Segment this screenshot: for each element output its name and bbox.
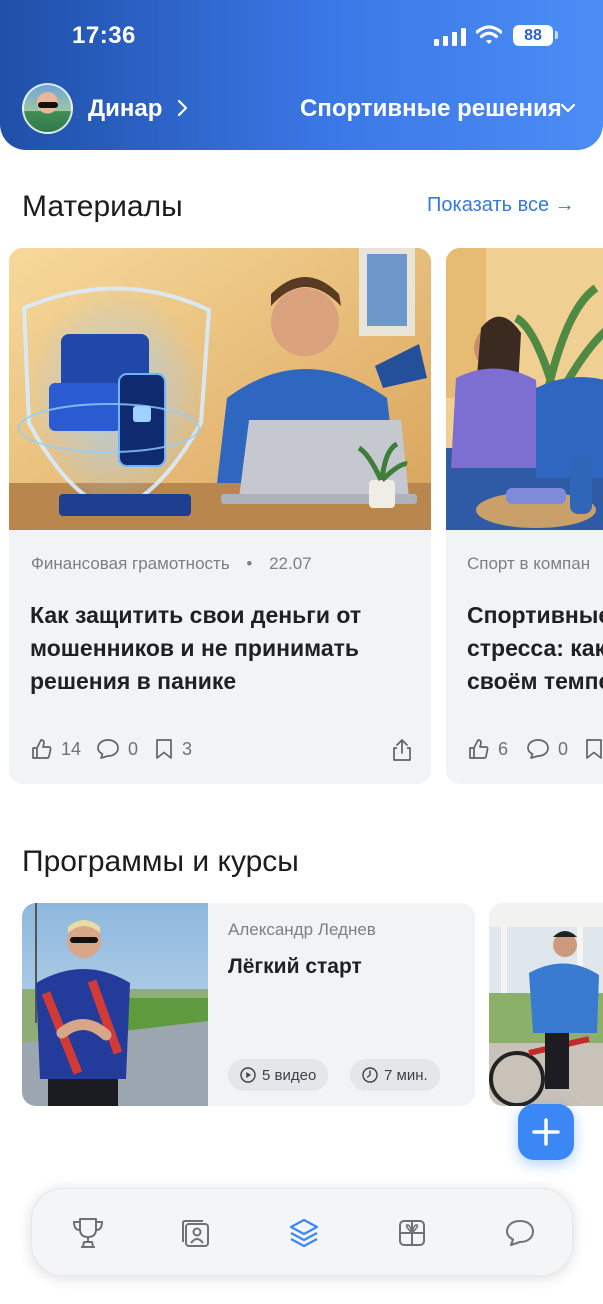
- materials-title: Материалы: [22, 190, 183, 223]
- bookmark-button[interactable]: 3: [154, 738, 192, 760]
- like-button[interactable]: 6: [468, 738, 508, 760]
- videos-count: 5 видео: [262, 1066, 317, 1084]
- meta-dot: •: [246, 554, 253, 573]
- like-button[interactable]: 14: [31, 738, 81, 760]
- article-date: 22.07: [269, 554, 312, 573]
- article-image: [446, 248, 603, 530]
- article-title: Спортивные стресса: как своём темпе: [467, 602, 603, 694]
- bookmark-icon[interactable]: [584, 738, 603, 760]
- play-icon: [240, 1067, 256, 1083]
- comment-icon: [97, 739, 119, 759]
- battery-tip: [555, 31, 558, 39]
- add-button[interactable]: [518, 1104, 574, 1160]
- article-meta: Финансовая грамотность • 22.07: [31, 554, 312, 574]
- avatar[interactable]: [22, 83, 73, 134]
- comment-icon: [527, 739, 549, 759]
- plus-icon: [532, 1118, 560, 1146]
- profile-card-icon[interactable]: [176, 1213, 216, 1253]
- course-author: Александр Леднев: [228, 920, 376, 939]
- article-card[interactable]: Финансовая грамотность • 22.07 Как защит…: [9, 248, 431, 784]
- course-title: Лёгкий старт: [228, 955, 362, 978]
- courses-title: Программы и курсы: [22, 845, 299, 878]
- chevron-right-icon[interactable]: [176, 98, 190, 118]
- comment-button[interactable]: 0: [96, 738, 138, 760]
- like-icon: [32, 739, 52, 759]
- user-name[interactable]: Динар: [88, 95, 162, 123]
- course-card[interactable]: [489, 903, 603, 1106]
- like-count: 14: [61, 738, 82, 759]
- status-time: 17:36: [72, 22, 136, 49]
- tab-bar: [31, 1188, 573, 1276]
- trophy-icon[interactable]: [68, 1213, 108, 1253]
- show-all-link[interactable]: Показать все →: [427, 194, 575, 217]
- like-count: 6: [498, 738, 509, 759]
- share-icon[interactable]: [391, 738, 413, 762]
- course-image: [22, 903, 208, 1106]
- videos-chip: 5 видео: [228, 1059, 329, 1091]
- comment-count: 0: [128, 738, 139, 759]
- chat-icon[interactable]: [500, 1213, 540, 1253]
- article-image: [9, 248, 431, 530]
- course-image: [489, 903, 603, 1106]
- article-category: Финансовая грамотность: [31, 554, 230, 573]
- clock-icon: [362, 1067, 378, 1083]
- course-duration: 7 мин.: [384, 1066, 428, 1084]
- org-selector[interactable]: Спортивные решения: [300, 95, 562, 123]
- battery-indicator: 88: [513, 25, 553, 46]
- signal-icon: [434, 28, 466, 46]
- article-title: Как защитить свои деньги от мошенников и…: [30, 602, 362, 694]
- article-card[interactable]: Спорт в компан Спортивные стресса: как с…: [446, 248, 603, 784]
- bookmark-icon: [156, 739, 172, 759]
- duration-chip: 7 мин.: [350, 1059, 440, 1091]
- comment-button[interactable]: 0: [526, 738, 568, 760]
- app-header: 17:36 88 Динар Спортивные решения: [0, 0, 603, 150]
- wifi-icon: [476, 25, 502, 44]
- like-icon: [469, 739, 489, 759]
- chevron-down-icon[interactable]: [560, 101, 576, 115]
- gift-icon[interactable]: [392, 1213, 432, 1253]
- layers-icon[interactable]: [284, 1213, 324, 1253]
- course-card[interactable]: Александр Леднев Лёгкий старт 5 видео 7 …: [22, 903, 475, 1106]
- bookmark-count: 3: [182, 738, 193, 759]
- article-category: Спорт в компан: [467, 554, 591, 573]
- comment-count: 0: [558, 738, 569, 759]
